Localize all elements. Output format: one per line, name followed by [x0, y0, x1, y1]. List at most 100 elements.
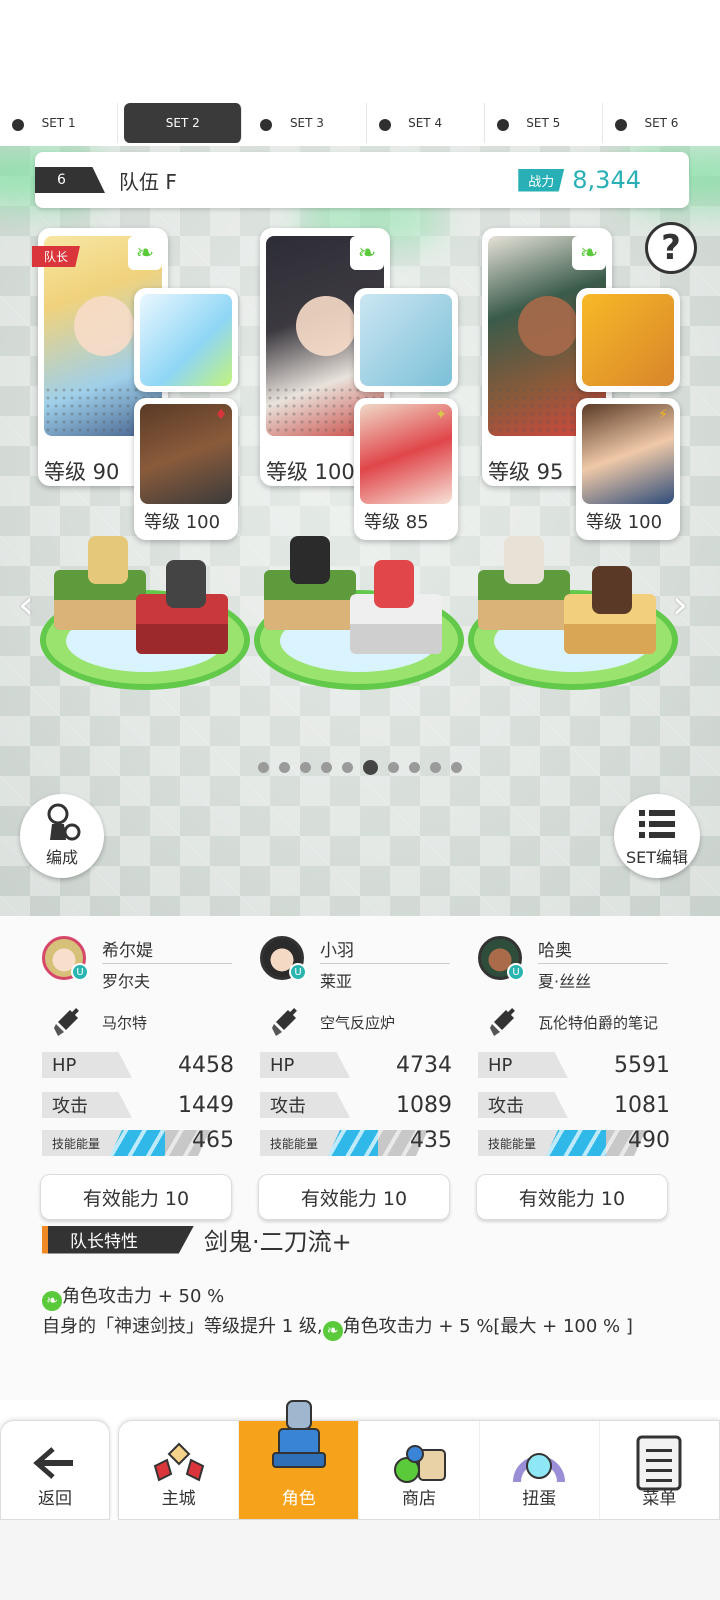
- pager-dot[interactable]: [279, 762, 290, 773]
- fire-element-icon: ♦: [214, 407, 228, 423]
- effective-ability-button[interactable]: 有效能力 10: [258, 1174, 450, 1220]
- support-card-3[interactable]: ⚡ 等级 100: [576, 398, 680, 540]
- core-accessory-icon: [360, 294, 452, 386]
- tab-set-6[interactable]: SET 6: [603, 103, 720, 143]
- hp-row: HP 4458: [42, 1050, 234, 1080]
- weapon-icon: [54, 1008, 79, 1036]
- set-dot-icon: [496, 119, 509, 131]
- hero-sprite: [504, 536, 544, 584]
- tab-shop[interactable]: 商店: [359, 1421, 480, 1519]
- leader-trait: 队长特性 剑鬼·二刀流+: [42, 1222, 352, 1257]
- bottom-nav: 返回 主城 角色 商店 扭蛋 菜单: [0, 1400, 720, 1520]
- back-arrow-icon: [25, 1435, 85, 1491]
- weapon-slot-3[interactable]: [576, 288, 680, 392]
- weapon-icon: [272, 1008, 297, 1036]
- hero-platform-3: [468, 530, 678, 700]
- set-tab-bar: SET 1 SET 2 SET 3 SET 4 SET 5 SET 6: [0, 100, 720, 146]
- castle-icon: [149, 1435, 209, 1491]
- tab-set-2[interactable]: SET 2: [124, 103, 243, 143]
- pager-dot[interactable]: [430, 762, 441, 773]
- support-sprite: [592, 566, 632, 614]
- team-name[interactable]: 队伍 F: [119, 166, 177, 195]
- set-edit-button[interactable]: SET编辑: [614, 794, 700, 878]
- next-team-arrow-icon[interactable]: ›: [672, 585, 700, 625]
- weapon-slot-1[interactable]: [134, 288, 238, 392]
- weapon-slot-2[interactable]: [354, 288, 458, 392]
- formation-button[interactable]: 编成: [20, 794, 104, 878]
- nav-tabs: 主城 角色 商店 扭蛋 菜单: [118, 1400, 720, 1520]
- pager-dot[interactable]: [258, 762, 269, 773]
- hero-platform-2: [254, 530, 464, 700]
- tab-gacha[interactable]: 扭蛋: [480, 1421, 600, 1519]
- hp-row: HP 5591: [478, 1050, 670, 1080]
- pager-dot-active[interactable]: [363, 760, 378, 775]
- effective-ability-button[interactable]: 有效能力 10: [476, 1174, 668, 1220]
- hero-name: 小羽: [320, 936, 450, 964]
- pager-dot[interactable]: [300, 762, 311, 773]
- pager-dot[interactable]: [409, 762, 420, 773]
- back-button[interactable]: 返回: [0, 1420, 110, 1520]
- support-name: 夏·丝丝: [538, 972, 592, 991]
- set-dot-icon: [378, 119, 391, 131]
- combat-power-label: 战力: [518, 168, 565, 192]
- avatar: U: [42, 936, 89, 981]
- tab-menu[interactable]: 菜单: [600, 1421, 719, 1519]
- attack-row: 攻击 1449: [42, 1090, 234, 1120]
- hero-platform-1: [40, 530, 250, 700]
- tab-set-5[interactable]: SET 5: [485, 103, 603, 143]
- light-element-icon: ✦: [435, 407, 447, 423]
- wind-element-icon: ❧: [350, 236, 384, 270]
- menu-icon: [629, 1435, 689, 1491]
- tab-set-4[interactable]: SET 4: [367, 103, 485, 143]
- hero-name: 希尔媞: [102, 936, 232, 964]
- tab-castle[interactable]: 主城: [119, 1421, 240, 1519]
- skill-energy-row: 技能能量 490: [478, 1128, 670, 1158]
- attack-row: 攻击 1081: [478, 1090, 670, 1120]
- hero-name: 哈奥: [538, 936, 668, 964]
- book-accessory-icon: [582, 294, 674, 386]
- pager-dot[interactable]: [342, 762, 353, 773]
- tab-set-3[interactable]: SET 3: [248, 103, 367, 143]
- hero-level: 等级 95: [488, 460, 564, 484]
- character-icon: [269, 1400, 329, 1468]
- support-sprite: [374, 560, 414, 608]
- team-header: 6 队伍 F 战力 8,344: [35, 152, 689, 208]
- u-badge-icon: U: [289, 963, 307, 981]
- prev-team-arrow-icon[interactable]: ‹: [18, 585, 46, 625]
- u-badge-icon: U: [71, 963, 89, 981]
- weapon-icon: [490, 1008, 515, 1036]
- weapon-name: 马尔特: [102, 1014, 148, 1032]
- set-dot-icon: [12, 119, 24, 131]
- support-name: 莱亚: [320, 972, 353, 991]
- support-card-1[interactable]: ♦ 等级 100: [134, 398, 238, 540]
- leader-trait-line-2: 自身的「神速剑技」等级提升 1 级, ❧ 角色攻击力 + 5 %[最大 + 100 …: [42, 1316, 633, 1341]
- leader-trait-name: 剑鬼·二刀流+: [204, 1228, 352, 1256]
- formation-gear-icon: [47, 803, 81, 841]
- combat-power: 战力 8,344: [518, 166, 641, 194]
- pager-dot[interactable]: [388, 762, 399, 773]
- hero-level: 等级 100: [266, 460, 355, 484]
- combat-power-value: 8,344: [572, 166, 641, 194]
- effective-ability-button[interactable]: 有效能力 10: [40, 1174, 232, 1220]
- support-card-2[interactable]: ✦ 等级 85: [354, 398, 458, 540]
- help-icon[interactable]: ?: [645, 222, 697, 274]
- set-dot-icon: [614, 119, 627, 131]
- support-sprite: [166, 560, 206, 608]
- wind-element-icon: ❧: [322, 1321, 343, 1341]
- avatar: U: [260, 936, 307, 981]
- pager-dot[interactable]: [321, 762, 332, 773]
- hero-level: 等级 90: [44, 460, 120, 484]
- hp-row: HP 4734: [260, 1050, 452, 1080]
- leader-trait-label: 队长特性: [42, 1225, 194, 1254]
- tab-character[interactable]: 角色: [239, 1400, 360, 1519]
- pager-dot[interactable]: [451, 762, 462, 773]
- wind-element-icon: ❧: [42, 1291, 62, 1311]
- tab-set-1[interactable]: SET 1: [0, 103, 119, 143]
- weapon-name: 空气反应炉: [320, 1014, 396, 1032]
- skill-energy-row: 技能能量 465: [42, 1128, 234, 1158]
- leader-badge: 队长: [32, 246, 81, 267]
- team-number: 6: [35, 167, 105, 193]
- wind-element-icon: ❧: [572, 236, 606, 270]
- wind-element-icon: ❧: [128, 236, 162, 270]
- skill-energy-row: 技能能量 435: [260, 1128, 452, 1158]
